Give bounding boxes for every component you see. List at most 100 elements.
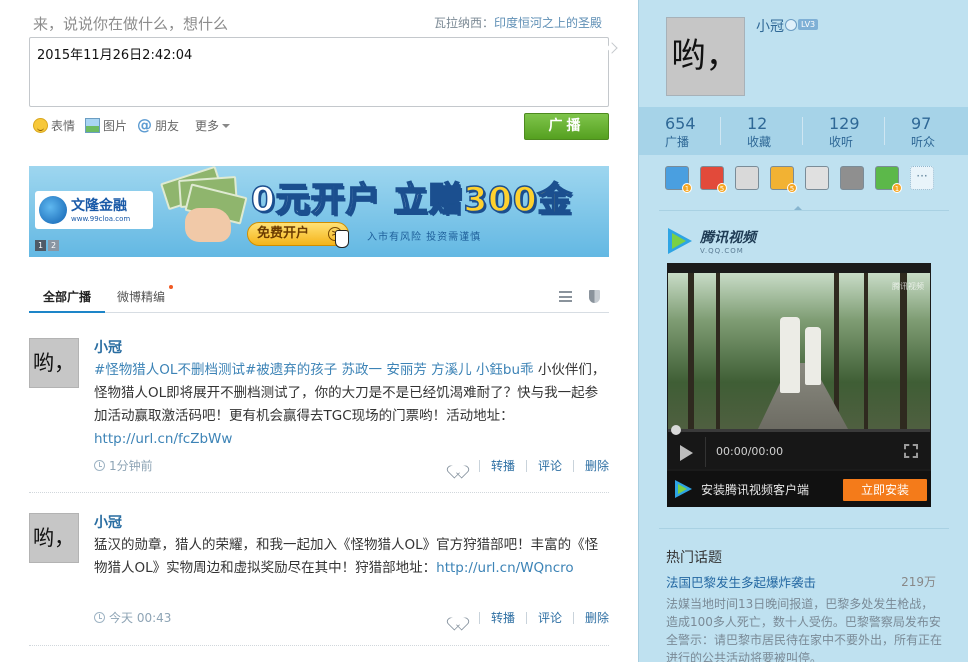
post-author[interactable]: 小冠 (94, 512, 122, 532)
ad-headline-part-2: 立赠 (393, 179, 464, 221)
ad-page-1[interactable]: 1 (35, 240, 46, 251)
list-view-icon[interactable] (559, 291, 572, 302)
tencent-video-name: 腾讯视频 (700, 230, 756, 246)
post-link[interactable]: http://url.cn/fcZbWw (94, 431, 232, 447)
install-button[interactable]: 立即安装 (843, 479, 927, 501)
profile-stats: 654 广播 12 收藏 129 收听 97 听众 (639, 107, 968, 155)
post-author[interactable]: 小冠 (94, 337, 122, 357)
mention-button[interactable]: @ 朋友 (137, 117, 179, 134)
globe-icon (39, 196, 67, 224)
ad-brand: 文隆金融 (71, 198, 127, 214)
delete-button[interactable]: 删除 (585, 609, 609, 626)
stat-following[interactable]: 129 收听 (803, 107, 885, 155)
app-count: 1 (892, 183, 902, 193)
hot-topic-link[interactable]: 瓦拉纳西：印度恒河之上的圣殿 (434, 14, 602, 31)
ad-page-2[interactable]: 2 (48, 240, 59, 251)
new-dot-icon (169, 285, 174, 289)
phone-app-icon[interactable]: 1 (665, 166, 692, 193)
clock-icon (94, 612, 105, 623)
stat-followers[interactable]: 97 听众 (885, 107, 967, 155)
at-icon: @ (137, 116, 153, 134)
heart-icon[interactable] (451, 612, 465, 624)
repost-button[interactable]: 转播 (491, 457, 515, 474)
sidebar-divider (659, 528, 949, 529)
video-promo-bar: 安装腾讯视频客户端 立即安装 (667, 471, 931, 507)
stat-num: 97 (911, 114, 932, 133)
action-divider (478, 611, 480, 624)
tab-weibo-picks-label: 微博精编 (117, 290, 166, 304)
avatar[interactable]: 哟， (29, 513, 79, 563)
video-player[interactable]: 腾讯视频 00:00/00:00 安装腾讯视频客户端 立即安装 (667, 263, 931, 507)
image-button[interactable]: 图片 (85, 117, 127, 134)
seek-handle[interactable] (671, 425, 681, 435)
money-hand-illustration (157, 166, 248, 254)
stat-label: 广播 (665, 135, 690, 149)
controls-divider (705, 437, 706, 467)
tencent-video-domain: V.QQ.COM (700, 247, 744, 255)
hot-topic-item-title[interactable]: 法国巴黎发生多起爆炸袭击 (666, 572, 816, 591)
app-count: 5 (787, 183, 797, 193)
emoji-icon (33, 118, 48, 133)
play-icon[interactable] (680, 445, 693, 461)
post-body: #怪物猎人OL不删档测试#被遗弃的孩子 苏政一 安丽芳 方溪儿 小鈺bu乖 小伙… (94, 359, 609, 451)
filter-shield-icon[interactable] (589, 290, 600, 303)
stat-favorites[interactable]: 12 收藏 (721, 107, 803, 155)
stat-broadcasts[interactable]: 654 广播 (639, 107, 721, 155)
ad-open-account-button[interactable]: 免费开户 > (247, 222, 349, 246)
post-link[interactable]: http://url.cn/WQncro (436, 560, 574, 576)
hand-cursor-icon (335, 230, 349, 248)
action-divider (572, 611, 574, 624)
tencent-video-logo[interactable]: 腾讯视频 V.QQ.COM (666, 226, 756, 256)
hot-topics-title: 热门话题 (666, 550, 722, 566)
level-badge[interactable]: LV3 (798, 19, 819, 30)
mention-label: 朋友 (155, 119, 180, 133)
comment-button[interactable]: 评论 (538, 457, 562, 474)
action-divider (525, 459, 527, 472)
fullscreen-icon[interactable] (904, 444, 918, 458)
stat-label: 收藏 (747, 135, 772, 149)
post-hashtag[interactable]: #怪物猎人OL不删档测试#被遗弃的孩子 苏政一 安丽芳 方溪儿 小鈺bu乖 (94, 362, 534, 378)
post-actions: 转播 评论 删除 (451, 609, 609, 626)
feed-tabs: 全部广播 微博精编 (29, 282, 609, 313)
comment-button[interactable]: 评论 (538, 609, 562, 626)
broadcast-button[interactable]: 广播 (524, 113, 609, 140)
stat-num: 654 (665, 114, 696, 133)
more-button[interactable]: 更多 (195, 117, 231, 134)
profile-avatar[interactable]: 哟， (666, 17, 745, 96)
video-watermark: 腾讯视频 (892, 282, 924, 291)
ad-logo: 文隆金融 www.99cloa.com (35, 191, 153, 229)
compose-textarea[interactable]: 2015年11月26日2:42:04 (29, 37, 609, 107)
repost-button[interactable]: 转播 (491, 609, 515, 626)
delete-button[interactable]: 删除 (585, 457, 609, 474)
bell-app-icon[interactable]: 5 (700, 166, 727, 193)
post-time[interactable]: 1分钟前 (109, 457, 153, 474)
emoji-button[interactable]: 表情 (33, 117, 75, 134)
refresh-app-icon[interactable] (735, 166, 759, 190)
stat-label: 听众 (911, 135, 936, 149)
ad-banner[interactable]: 文隆金融 www.99cloa.com 0元开户 立赠300金 免费开户 > 入… (29, 166, 609, 257)
avatar[interactable]: 哟， (29, 338, 79, 388)
app-shortcuts: 1 5 5 1 ··· (665, 166, 945, 193)
game-app-icon[interactable]: 1 (875, 166, 902, 193)
clock-app-icon[interactable] (805, 166, 829, 190)
composer-prompt: 来，说说你在做什么，想什么 (33, 15, 229, 33)
sidebar: 哟， 小冠 LV3 654 广播 12 收藏 129 收听 97 听众 1 5 (638, 0, 968, 662)
face-app-icon[interactable]: 5 (770, 166, 797, 193)
tab-weibo-picks[interactable]: 微博精编 (117, 285, 174, 313)
video-promo-text: 安装腾讯视频客户端 (701, 483, 810, 497)
more-apps-button[interactable]: ··· (910, 166, 934, 190)
emoji-label: 表情 (51, 119, 76, 133)
heart-icon[interactable] (451, 460, 465, 472)
profile-card: 哟， 小冠 LV3 (639, 0, 968, 107)
post-time[interactable]: 今天 00:43 (109, 609, 171, 626)
verified-icon[interactable] (785, 19, 797, 31)
video-frame[interactable]: 腾讯视频 (668, 273, 930, 429)
profile-name[interactable]: 小冠 (756, 16, 784, 36)
post-body: 猛汉的勋章，猎人的荣耀，和我一起加入《怪物猎人OL》官方狩猎部吧！丰富的《怪物猎… (94, 534, 609, 580)
ad-pager: 1 2 (35, 240, 61, 251)
post-meta: 1分钟前 (94, 457, 153, 474)
hot-topic-label: 瓦拉纳西： (433, 16, 494, 30)
post-divider (29, 492, 609, 493)
tab-all-broadcasts[interactable]: 全部广播 (29, 288, 105, 313)
music-app-icon[interactable] (840, 166, 864, 190)
